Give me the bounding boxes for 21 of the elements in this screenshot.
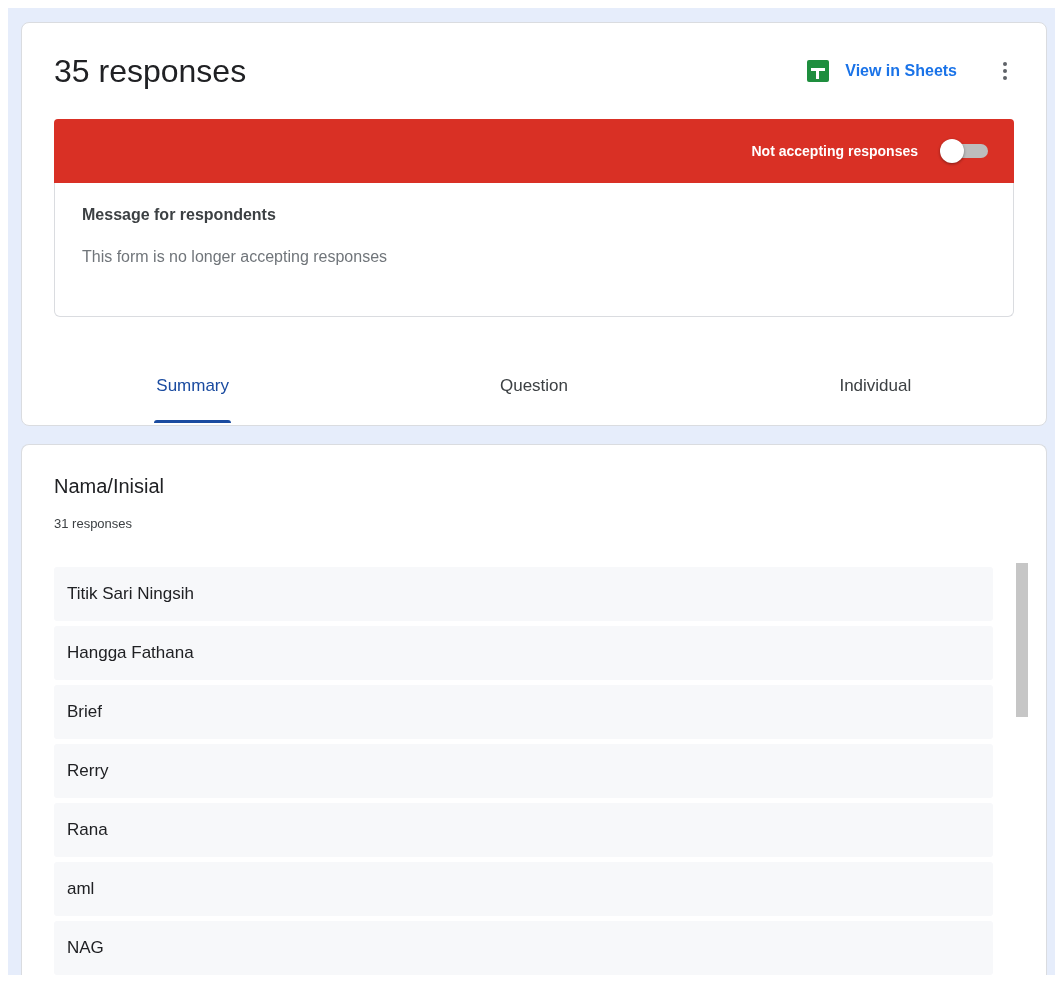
answer-row: Rerry	[54, 744, 993, 798]
answer-row: NAG	[54, 921, 993, 975]
spreadsheet-icon	[807, 60, 830, 82]
scrollbar[interactable]	[1016, 563, 1028, 717]
accepting-toggle[interactable]	[940, 139, 988, 163]
answer-row: aml	[54, 862, 993, 916]
answer-row: Titik Sari Ningsih	[54, 567, 993, 621]
message-field[interactable]: This form is no longer accepting responses	[82, 248, 986, 274]
tab[interactable]: Individual	[704, 346, 1046, 425]
accepting-responses-label: Not accepting responses	[751, 143, 918, 159]
answer-row: Brief	[54, 685, 993, 739]
view-in-sheets-link[interactable]: View in Sheets	[807, 60, 957, 82]
tab[interactable]: Question	[363, 346, 705, 425]
responses-title: 35 responses	[54, 52, 248, 90]
message-label: Message for respondents	[82, 206, 277, 224]
tab[interactable]: Summary	[22, 346, 364, 425]
question-title: Nama/Inisial	[54, 475, 166, 498]
answer-row: Hangga Fathana	[54, 626, 993, 680]
answer-row: Rana	[54, 803, 993, 857]
response-count: 31 responses	[54, 516, 134, 531]
more-icon	[1003, 61, 1007, 81]
